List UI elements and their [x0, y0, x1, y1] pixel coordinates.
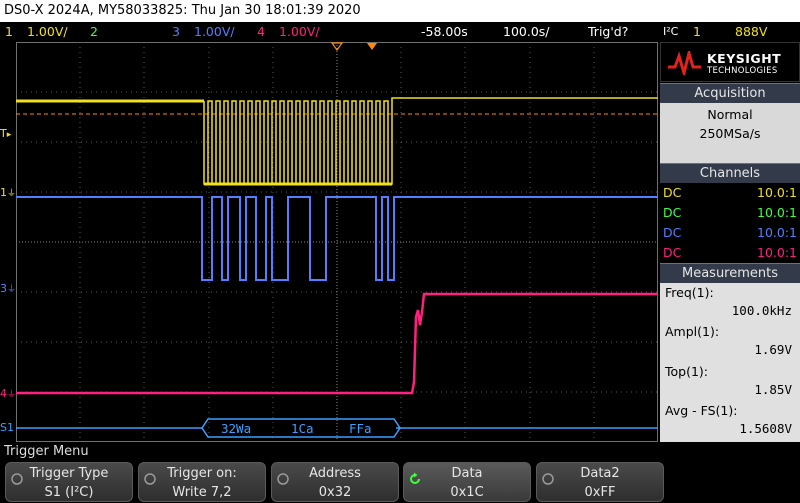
ch1-ground-marker[interactable]: 1⏚	[0, 186, 16, 199]
ch3-probe: 10.0:1	[757, 225, 797, 240]
softkey-trigger-type-title: Trigger Type	[29, 466, 109, 481]
ch2-coupling: DC	[663, 205, 682, 220]
acquisition-header[interactable]: Acquisition	[660, 83, 800, 103]
softkey-address[interactable]: Address 0x32	[271, 462, 399, 502]
ch3-marker-label: 3	[0, 282, 7, 295]
softkey-address-title: Address	[309, 466, 361, 481]
softkey-data-value: 0x1C	[450, 485, 484, 500]
menu-title: Trigger Menu	[0, 443, 800, 461]
acquisition-mode: Normal	[707, 107, 753, 122]
ch1-probe: 10.0:1	[757, 185, 797, 200]
brand-name: KEYSIGHT	[707, 51, 782, 66]
channel-row-3[interactable]: DC 10.0:1	[660, 223, 800, 243]
trigger-level-marker[interactable]: T▸	[0, 128, 11, 141]
ch3-ground-marker[interactable]: 3⏚	[0, 282, 16, 295]
window-title: DS0-X 2024A, MY58033825: Thu Jan 30 18:0…	[0, 0, 800, 22]
ch3-number[interactable]: 3	[172, 22, 180, 42]
channel-row-2[interactable]: DC 10.0:1	[660, 203, 800, 223]
keysight-logo: KEYSIGHT TECHNOLOGIES	[660, 42, 800, 82]
trigger-state: Trig'd?	[588, 24, 629, 39]
acquisition-rate: 250MSa/s	[699, 126, 761, 141]
ch4-scale[interactable]: 1.00V/	[279, 22, 320, 42]
softkey-trigger-on-title: Trigger on:	[167, 466, 237, 481]
ch2-probe: 10.0:1	[757, 205, 797, 220]
softkey-data-title: Data	[451, 466, 483, 481]
trigger-level[interactable]: 888V	[735, 22, 767, 42]
ch4-probe: 10.0:1	[757, 245, 797, 260]
softkey-trigger-type-value: S1 (I²C)	[44, 485, 94, 500]
trigger-mode[interactable]: I²C	[663, 22, 678, 42]
softkey-trigger-on-value: Write 7,2	[172, 485, 232, 500]
measurements-panel: Freq(1): 100.0kHz Ampl(1): 1.69V Top(1):…	[660, 283, 800, 442]
decode-data2: FFa	[349, 421, 372, 436]
trigger-marker-label: T	[0, 127, 7, 140]
decode-address: 32Wa	[221, 421, 251, 436]
ch4-number[interactable]: 4	[257, 22, 265, 42]
measurements-header[interactable]: Measurements	[660, 263, 800, 283]
softkey-trigger-type[interactable]: Trigger Type S1 (I²C)	[5, 462, 133, 502]
channel-row-1[interactable]: DC 10.0:1	[660, 183, 800, 203]
softkey-data2-value: 0xFF	[584, 485, 616, 500]
ch1-coupling: DC	[663, 185, 682, 200]
ch3-scale[interactable]: 1.00V/	[194, 22, 235, 42]
softkey-data2-title: Data2	[580, 466, 620, 481]
time-scale[interactable]: 100.0s/	[503, 22, 550, 42]
ch1-number[interactable]: 1	[5, 22, 13, 42]
decode-data1: 1Ca	[291, 421, 314, 436]
waveform-display[interactable]: 32Wa 1Ca FFa	[16, 42, 658, 442]
channel-row-4[interactable]: DC 10.0:1	[660, 243, 800, 263]
meas-top-label: Top(1):	[665, 364, 709, 379]
keysight-wave-icon	[668, 51, 701, 75]
channels-header[interactable]: Channels	[660, 163, 800, 183]
softkey-data2[interactable]: Data2 0xFF	[536, 462, 664, 502]
trigger-source[interactable]: 1	[693, 22, 701, 42]
ch4-coupling: DC	[663, 245, 682, 260]
softkey-data[interactable]: Data 0x1C	[403, 462, 531, 502]
status-bar: 1 1.00V/ 2 3 1.00V/ 4 1.00V/ -58.00s 100…	[0, 22, 800, 42]
meas-freq-label: Freq(1):	[665, 285, 714, 300]
meas-freq-value: 100.0kHz	[731, 303, 792, 318]
meas-ampl-value: 1.69V	[754, 342, 792, 357]
meas-avg-value: 1.5608V	[739, 421, 792, 436]
ch1-marker-label: 1	[0, 186, 7, 199]
time-offset[interactable]: -58.00s	[421, 22, 468, 42]
ch3-coupling: DC	[663, 225, 682, 240]
meas-ampl-label: Ampl(1):	[665, 324, 720, 339]
brand-sub: TECHNOLOGIES	[707, 66, 778, 76]
softkey-bar: Trigger Type S1 (I²C) Trigger on: Write …	[0, 461, 800, 503]
ch4-marker-label: 4	[0, 387, 7, 400]
serial-bus-marker[interactable]: S1	[0, 421, 14, 434]
softkey-trigger-on[interactable]: Trigger on: Write 7,2	[138, 462, 266, 502]
side-panel: KEYSIGHT TECHNOLOGIES Acquisition Normal…	[660, 42, 800, 442]
ch1-scale[interactable]: 1.00V/	[27, 22, 68, 42]
acquisition-panel: Normal 250MSa/s	[660, 103, 800, 163]
meas-top-value: 1.85V	[754, 382, 792, 397]
meas-avg-label: Avg - FS(1):	[665, 403, 738, 418]
ch4-ground-marker[interactable]: 4⏚	[0, 387, 16, 400]
ch2-number[interactable]: 2	[90, 22, 98, 42]
softkey-address-value: 0x32	[318, 485, 352, 500]
trigger-position-markers[interactable]	[330, 42, 390, 52]
